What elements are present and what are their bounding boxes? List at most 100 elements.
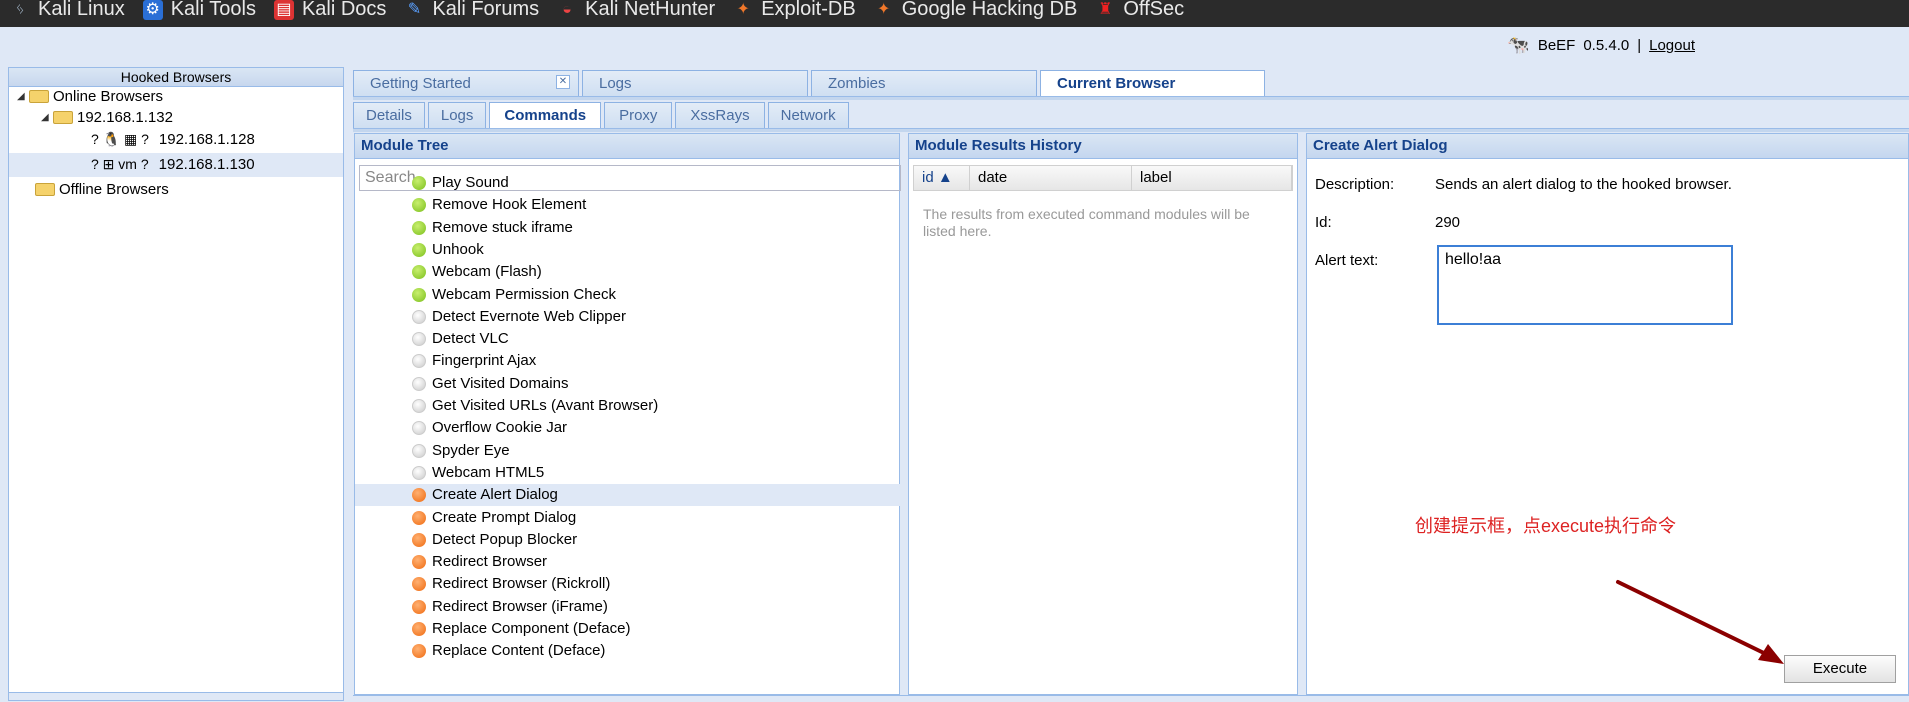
module-item[interactable]: Remove Hook Element	[355, 194, 905, 216]
module-item[interactable]: Create Prompt Dialog	[355, 507, 905, 529]
status-dot-icon	[412, 376, 426, 391]
module-item[interactable]: Detect Evernote Web Clipper	[355, 306, 905, 328]
browser-ip: 192.168.1.130	[158, 156, 255, 173]
arrow-shaft	[1616, 580, 1772, 658]
tree-online-browsers[interactable]: ◢ Online Browsers	[17, 88, 163, 105]
tab-logs[interactable]: Logs	[582, 70, 808, 96]
module-item[interactable]: Unhook	[355, 239, 905, 261]
offsec-icon: ♜	[1098, 0, 1113, 18]
bookmark-kali-tools[interactable]: ⚙ Kali Tools	[142, 0, 256, 21]
module-item[interactable]: Spyder Eye	[355, 440, 905, 462]
subtab-details[interactable]: Details	[353, 102, 425, 128]
expand-triangle-icon[interactable]: ◢	[41, 112, 53, 123]
folder-icon	[35, 183, 55, 196]
module-item[interactable]: Redirect Browser	[355, 551, 905, 573]
kali-dragon-icon: ᛃ	[15, 0, 25, 18]
module-label: Get Visited Domains	[432, 374, 569, 392]
module-item[interactable]: Webcam HTML5	[355, 462, 905, 484]
status-dot-icon	[412, 599, 426, 614]
logout-link[interactable]: Logout	[1649, 37, 1695, 54]
tab-label: Logs	[599, 75, 632, 92]
module-item[interactable]: Redirect Browser (iFrame)	[355, 596, 905, 618]
execute-button[interactable]: Execute	[1784, 655, 1896, 683]
exploit-db-icon: ✦	[736, 0, 750, 18]
module-item[interactable]: Webcam (Flash)	[355, 261, 905, 283]
beef-cow-icon: 🐄	[1507, 35, 1530, 55]
status-dot-icon	[412, 421, 426, 436]
subtab-proxy[interactable]: Proxy	[604, 102, 673, 128]
module-label: Overflow Cookie Jar	[432, 419, 568, 437]
alert-text-field[interactable]: hello!aa	[1437, 245, 1733, 325]
module-item[interactable]: Remove stuck iframe	[355, 217, 905, 239]
bookmark-exploit-db[interactable]: ✦ Exploit-DB	[733, 0, 856, 21]
module-item[interactable]: Play Sound	[355, 172, 905, 194]
status-dot-icon	[412, 198, 426, 213]
tab-getting-started[interactable]: Getting Started ✕	[353, 70, 579, 96]
subtab-commands[interactable]: Commands	[489, 102, 602, 128]
status-dot-icon	[412, 555, 426, 570]
beef-info: 🐄 BeEF 0.5.4.0 | Logout	[1507, 35, 1695, 56]
module-detail-title: Create Alert Dialog	[1307, 134, 1908, 159]
main-tab-bar: Getting Started ✕ Logs Zombies Current Br…	[353, 70, 1268, 97]
module-label: Webcam (Flash)	[432, 263, 542, 281]
alert-text-label: Alert text:	[1315, 252, 1379, 269]
module-item[interactable]: Get Visited Domains	[355, 373, 905, 395]
status-dot-icon	[412, 287, 426, 302]
subtab-logs[interactable]: Logs	[427, 102, 487, 128]
annotation-note: 创建提示框，点execute执行命令	[1415, 516, 1677, 536]
folder-icon	[29, 90, 49, 103]
expand-triangle-icon[interactable]: ◢	[17, 91, 29, 102]
hooked-browsers-panel: Hooked Browsers ◢ Online Browsers ◢ 192.16…	[8, 67, 344, 701]
tab-zombies[interactable]: Zombies	[811, 70, 1037, 96]
module-item[interactable]: Overflow Cookie Jar	[355, 417, 905, 439]
tab-label: Getting Started	[370, 75, 471, 92]
description-label: Description:	[1315, 176, 1395, 193]
module-item[interactable]: Replace Component (Deface)	[355, 618, 905, 640]
status-dot-icon	[412, 354, 426, 369]
module-item[interactable]: Create Alert Dialog	[355, 484, 905, 507]
module-item[interactable]: Get Visited URLs (Avant Browser)	[355, 395, 905, 417]
tree-browser-item[interactable]: ? 🐧 ▦ ? 192.168.1.128	[91, 131, 255, 148]
kali-tools-icon: ⚙	[142, 0, 163, 20]
results-empty-text: The results from executed command module…	[923, 206, 1250, 239]
tree-browser-item-selected[interactable]: ? ⊞ vm ? 192.168.1.130	[91, 156, 255, 173]
bookmark-offsec[interactable]: ♜ OffSec	[1095, 0, 1184, 21]
tab-label: Network	[780, 107, 836, 124]
module-item[interactable]: Detect Popup Blocker	[355, 529, 905, 551]
module-label: Create Alert Dialog	[432, 486, 558, 504]
subtab-network[interactable]: Network	[767, 102, 849, 128]
status-dot-icon	[412, 443, 426, 458]
module-label: Replace Component (Deface)	[432, 620, 631, 637]
module-item[interactable]: Detect VLC	[355, 328, 905, 350]
status-dot-icon	[412, 309, 426, 324]
ghdb-icon: ✦	[876, 0, 891, 18]
status-dot-icon	[412, 488, 426, 503]
subtab-xssrays[interactable]: XssRays	[675, 102, 765, 128]
bookmark-kali-nethunter[interactable]: ◒ Kali NetHunter	[557, 0, 715, 21]
status-dot-icon	[412, 532, 426, 547]
module-label: Detect VLC	[432, 330, 509, 348]
module-item[interactable]: Redirect Browser (Rickroll)	[355, 573, 905, 595]
close-icon[interactable]: ✕	[556, 75, 570, 89]
status-dot-icon	[412, 399, 426, 413]
tab-label: Logs	[440, 107, 474, 124]
status-dot-icon	[412, 622, 426, 636]
bookmark-kali-linux[interactable]: ᛃ Kali Linux	[10, 0, 125, 21]
column-id[interactable]: id ▲	[914, 166, 970, 190]
bookmark-kali-forums[interactable]: ✎ Kali Forums	[404, 0, 539, 21]
bookmark-google-hacking-db[interactable]: ✦ Google Hacking DB	[874, 0, 1077, 21]
module-item[interactable]: Webcam Permission Check	[355, 284, 905, 306]
tab-current-browser[interactable]: Current Browser	[1040, 70, 1265, 96]
column-label[interactable]: label	[1132, 166, 1292, 190]
bookmark-kali-docs[interactable]: ▤ Kali Docs	[273, 0, 386, 21]
tree-group[interactable]: ◢ 192.168.1.132	[41, 109, 173, 126]
module-item[interactable]: Fingerprint Ajax	[355, 350, 905, 372]
app-name: BeEF	[1537, 37, 1576, 54]
column-date[interactable]: date	[970, 166, 1132, 190]
tab-label: Proxy	[619, 107, 658, 124]
module-item[interactable]: Replace Content (Deface)	[355, 640, 905, 662]
status-dot-icon	[412, 510, 426, 525]
tree-offline-browsers[interactable]: Offline Browsers	[35, 181, 169, 198]
tab-label: Current Browser	[1057, 75, 1176, 92]
module-label: Remove stuck iframe	[432, 218, 573, 236]
